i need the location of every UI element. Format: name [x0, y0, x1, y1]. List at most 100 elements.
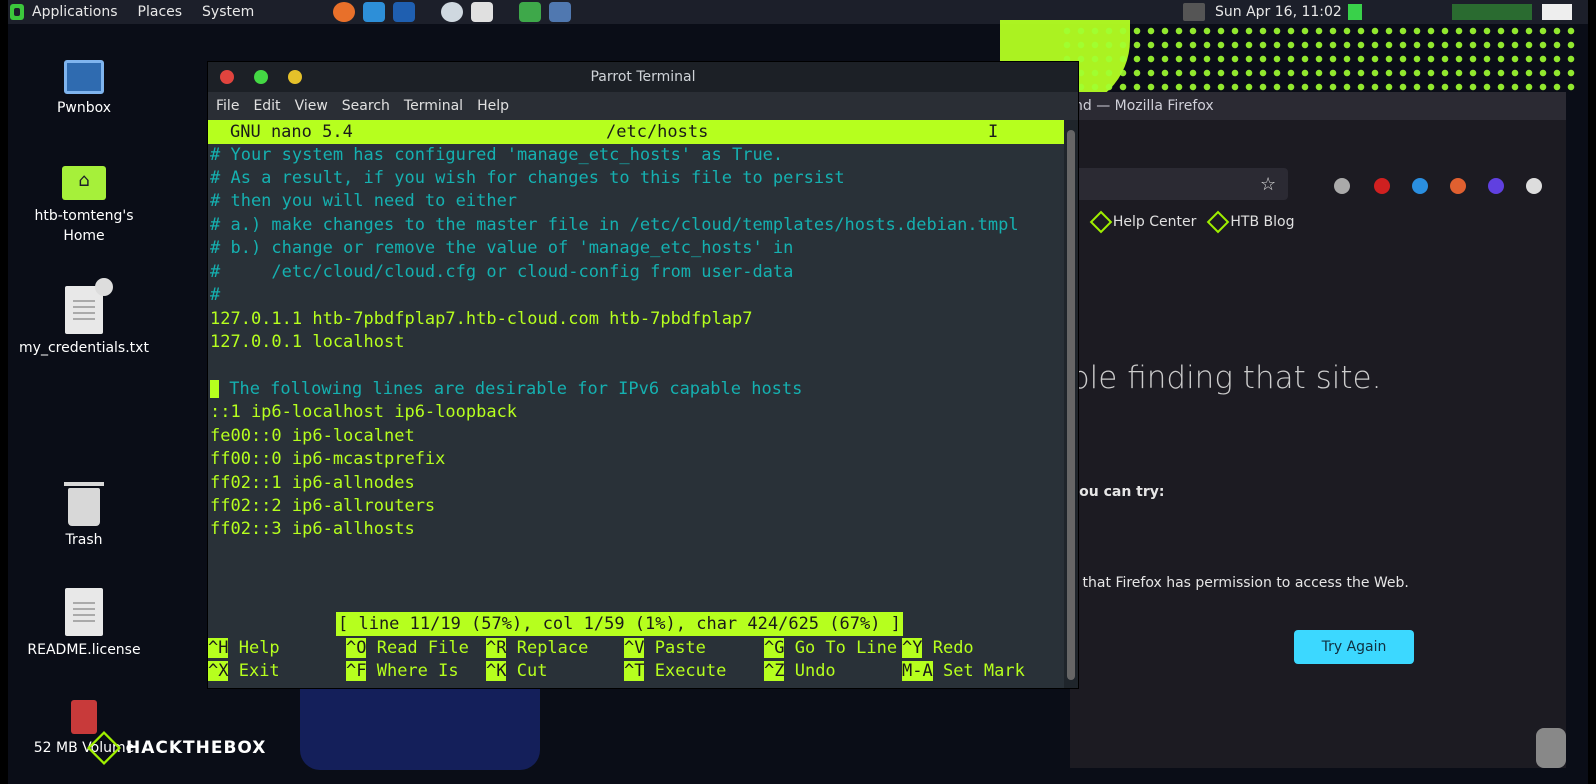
disk-icon	[71, 700, 97, 734]
applications-menu[interactable]: Applications	[32, 4, 118, 20]
file-line[interactable]: ff02::1 ip6-allnodes	[210, 472, 415, 495]
wing-launcher-icon[interactable]	[393, 2, 415, 22]
desktop-icon-pwnbox[interactable]: Pwnbox	[14, 60, 154, 116]
shortcut-cut[interactable]: ^K Cut	[486, 661, 547, 681]
shortcut-replace[interactable]: ^R Replace	[486, 638, 588, 658]
htb-cube-icon	[1089, 210, 1113, 234]
try-again-button[interactable]: Try Again	[1294, 630, 1414, 664]
htb-cube-icon	[87, 731, 121, 765]
bookmark-label: Help Center	[1112, 214, 1197, 230]
file-line[interactable]: # /etc/cloud/cloud.cfg or cloud-config f…	[210, 261, 793, 284]
terminal-titlebar[interactable]: Parrot Terminal	[208, 62, 1078, 92]
file-line[interactable]: fe00::0 ip6-localnet	[210, 425, 415, 448]
editor-launcher-icon[interactable]	[471, 2, 493, 22]
file-line[interactable]: # then you will need to either	[210, 190, 517, 213]
menu-file[interactable]: File	[216, 98, 239, 114]
shortcut-paste[interactable]: ^V Paste	[624, 638, 706, 658]
nano-editor[interactable]: GNU nano 5.4 /etc/hosts I # Your system …	[208, 120, 1064, 688]
file-line[interactable]: 127.0.0.1 localhost	[210, 331, 404, 354]
places-menu[interactable]: Places	[138, 4, 183, 20]
file-line[interactable]: ff02::2 ip6-allrouters	[210, 495, 435, 518]
shortcut-label: Undo	[784, 661, 836, 681]
clock-area: Sun Apr 16, 11:02	[1183, 0, 1342, 24]
settings-launcher-icon[interactable]	[441, 2, 463, 22]
file-line[interactable]: 127.0.1.1 htb-7pbdfplap7.htb-cloud.com h…	[210, 308, 752, 331]
firefox-scroll-widget[interactable]	[1536, 728, 1566, 768]
error-title: ble finding that site.	[1070, 360, 1382, 396]
file-line[interactable]: # b.) change or remove the value of 'man…	[210, 237, 793, 260]
terminal-title: Parrot Terminal	[590, 69, 696, 85]
shortcut-label: Redo	[922, 638, 974, 658]
burp-launcher-icon[interactable]	[363, 2, 385, 22]
shortcut-label: Go To Line	[784, 638, 898, 658]
shortcut-label: Set Mark	[932, 661, 1025, 681]
terminal-window: Parrot Terminal File Edit View Search Te…	[208, 62, 1078, 688]
file-line[interactable]: ::1 ip6-localhost ip6-loopback	[210, 401, 517, 424]
wallpaper-dots	[1060, 24, 1580, 94]
power-icon[interactable]	[1542, 4, 1572, 20]
shortcut-label: Read File	[366, 638, 469, 658]
shortcut-label: Replace	[506, 638, 589, 658]
desktop-icon-readme[interactable]: README.license	[14, 588, 154, 658]
clock[interactable]: Sun Apr 16, 11:02	[1215, 4, 1342, 20]
desktop-icon-home[interactable]: htb-tomteng's Home	[14, 166, 154, 246]
file-line[interactable]: ff00::0 ip6-mcastprefix	[210, 448, 445, 471]
monitor-icon	[64, 60, 104, 94]
shortcut-redo[interactable]: ^Y Redo	[902, 638, 974, 658]
shortcut-label: Help	[228, 638, 280, 658]
firefox-tabbar	[1070, 120, 1566, 162]
extension-icon[interactable]	[1450, 178, 1466, 194]
system-menu[interactable]: System	[202, 4, 254, 20]
shortcut-exit[interactable]: ^X Exit	[208, 661, 280, 681]
htb-cube-icon	[1207, 210, 1230, 234]
file-line[interactable]: # As a result, if you wish for changes t…	[210, 167, 845, 190]
desktop-icon-trash[interactable]: Trash	[14, 482, 154, 548]
menu-search[interactable]: Search	[342, 98, 390, 114]
shortcut-label: Where Is	[366, 661, 459, 681]
firefox-titlebar: nd — Mozilla Firefox	[1070, 92, 1566, 120]
firefox-window: nd — Mozilla Firefox ☆ n Help Center HTB…	[1070, 92, 1566, 768]
files-launcher-icon[interactable]	[549, 2, 571, 22]
terminal-menubar: File Edit View Search Terminal Help	[208, 92, 1078, 120]
shortcut-key: ^V	[624, 638, 645, 658]
menu-terminal[interactable]: Terminal	[404, 98, 463, 114]
file-line-current[interactable]: The following lines are desirable for IP…	[210, 378, 802, 401]
file-line[interactable]: # a.) make changes to the master file in…	[210, 214, 1019, 237]
shortcut-execute[interactable]: ^T Execute	[624, 661, 726, 681]
shortcut-key: ^R	[486, 638, 507, 658]
terminal-scrollbar[interactable]	[1064, 120, 1078, 688]
bookmark-label: HTB Blog	[1230, 214, 1295, 230]
terminal-launcher-icon[interactable]	[519, 2, 541, 22]
network-icon[interactable]	[1183, 3, 1205, 21]
bookmark-star-icon[interactable]: ☆	[1260, 174, 1276, 195]
menu-view[interactable]: View	[295, 98, 328, 114]
menu-edit[interactable]: Edit	[253, 98, 280, 114]
extension-icon[interactable]	[1488, 178, 1504, 194]
shortcut-read-file[interactable]: ^O Read File	[346, 638, 469, 658]
shortcut-key: ^T	[624, 661, 645, 681]
extension-icon[interactable]	[1334, 178, 1350, 194]
bookmark-help-center[interactable]: Help Center	[1089, 210, 1197, 234]
screen-frame-right	[1588, 0, 1596, 784]
file-line[interactable]: #	[210, 284, 220, 307]
shortcut-key: ^Y	[902, 638, 923, 658]
menu-icon[interactable]	[1526, 178, 1542, 194]
extension-icon[interactable]	[1412, 178, 1428, 194]
shortcut-go-to-line[interactable]: ^G Go To Line	[764, 638, 897, 658]
firefox-url-bar[interactable]	[1070, 168, 1288, 200]
parrot-logo-icon[interactable]	[10, 4, 24, 20]
extension-icon[interactable]	[1374, 178, 1390, 194]
shortcut-set-mark[interactable]: M-A Set Mark	[902, 661, 1025, 681]
menu-help[interactable]: Help	[477, 98, 509, 114]
htb-brand-logo: HACKTHEBOX	[87, 731, 266, 765]
firefox-launcher-icon[interactable]	[333, 2, 355, 22]
shortcut-help[interactable]: ^H Help	[208, 638, 280, 658]
shortcut-undo[interactable]: ^Z Undo	[764, 661, 836, 681]
file-line[interactable]: # Your system has configured 'manage_etc…	[210, 144, 783, 167]
bookmarks-bar: n Help Center HTB Blog	[1070, 210, 1295, 234]
desktop-icon-credentials[interactable]: my_credentials.txt	[14, 278, 154, 356]
trash-icon	[64, 482, 104, 526]
shortcut-where-is[interactable]: ^F Where Is	[346, 661, 459, 681]
file-line[interactable]: ff02::3 ip6-allhosts	[210, 518, 415, 541]
bookmark-htb-blog[interactable]: HTB Blog	[1207, 210, 1295, 234]
